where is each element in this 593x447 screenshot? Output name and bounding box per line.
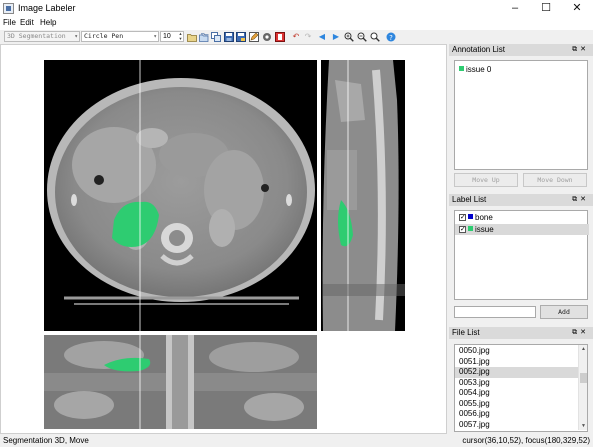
label-list-title-text: Label List (452, 195, 487, 204)
status-mode: Segmentation 3D, Move (3, 436, 89, 445)
maximize-button[interactable]: ☐ (531, 0, 561, 17)
zoom-in-icon[interactable] (344, 32, 354, 42)
label-item-bone[interactable]: bone (455, 212, 589, 223)
mode-combo[interactable]: 3D Segmentation ▾ (4, 31, 80, 42)
status-bar: Segmentation 3D, Move cursor(36,10,52), … (0, 434, 593, 447)
minimize-button[interactable]: – (500, 0, 530, 17)
pen-size-value: 10 (163, 33, 171, 40)
annotation-item-label: issue 0 (466, 65, 492, 74)
tool-combo[interactable]: Circle Pen ▾ (81, 31, 159, 42)
dock-float-close-icon[interactable]: ⧉✕ (572, 327, 589, 339)
delete-icon[interactable] (275, 32, 285, 42)
annotation-list-title-text: Annotation List (452, 45, 505, 54)
file-list[interactable]: 0050.jpg 0051.jpg 0052.jpg 0053.jpg 0054… (454, 344, 588, 432)
save-icon[interactable] (224, 32, 234, 42)
color-swatch (459, 66, 464, 71)
undo-icon[interactable]: ↶ (291, 32, 301, 42)
save-as-icon[interactable] (236, 32, 246, 42)
title-bar: Image Labeler – ☐ ✕ (0, 0, 593, 17)
open-folder-icon[interactable] (187, 32, 197, 42)
color-swatch (468, 226, 473, 231)
mode-combo-value: 3D Segmentation (7, 32, 66, 40)
annotation-item[interactable]: issue 0 (459, 65, 491, 74)
file-list-scrollbar[interactable]: ▲ ▼ (578, 345, 587, 430)
annotation-list[interactable]: issue 0 (454, 60, 588, 170)
next-icon[interactable]: ▶ (331, 32, 341, 42)
file-item[interactable]: 0057.jpg (455, 420, 583, 431)
previous-icon[interactable]: ◀ (317, 32, 327, 42)
sagittal-view[interactable] (321, 60, 405, 331)
label-item-text: issue (475, 225, 494, 234)
label-list-panel: Label List ⧉✕ bone issue Add (449, 194, 593, 324)
file-list-panel: File List ⧉✕ 0050.jpg 0051.jpg 0052.jpg … (449, 327, 593, 434)
menu-bar: File Edit Help (0, 17, 593, 30)
file-list-title: File List ⧉✕ (449, 327, 593, 339)
zoom-fit-icon[interactable] (370, 32, 380, 42)
tool-combo-value: Circle Pen (84, 32, 124, 40)
file-item[interactable]: 0051.jpg (455, 357, 583, 368)
edit-icon[interactable] (249, 32, 259, 42)
file-item[interactable]: 0053.jpg (455, 378, 583, 389)
scroll-up-icon[interactable]: ▲ (579, 345, 587, 353)
file-item[interactable]: 0055.jpg (455, 399, 583, 410)
label-item-issue[interactable]: issue (455, 224, 589, 235)
file-item[interactable]: 0056.jpg (455, 409, 583, 420)
copy-icon[interactable] (211, 32, 221, 42)
settings-icon[interactable] (262, 32, 272, 42)
file-item[interactable]: 0050.jpg (455, 346, 583, 357)
file-item[interactable]: 0054.jpg (455, 388, 583, 399)
dock-float-close-icon[interactable]: ⧉✕ (572, 44, 589, 56)
label-visible-checkbox[interactable] (459, 212, 466, 223)
file-item-selected[interactable]: 0052.jpg (455, 367, 583, 378)
label-visible-checkbox[interactable] (459, 224, 466, 235)
annotation-list-panel: Annotation List ⧉✕ issue 0 Move Up Move … (449, 44, 593, 191)
scroll-down-icon[interactable]: ▼ (579, 422, 587, 430)
file-list-title-text: File List (452, 328, 480, 337)
close-button[interactable]: ✕ (562, 0, 592, 17)
new-label-input[interactable] (454, 306, 536, 318)
image-canvas-area[interactable] (0, 44, 447, 434)
add-label-button[interactable]: Add (540, 305, 588, 319)
move-up-button[interactable]: Move Up (454, 173, 518, 187)
dock-float-close-icon[interactable]: ⧉✕ (572, 194, 589, 206)
zoom-out-icon[interactable] (357, 32, 367, 42)
color-swatch (468, 214, 473, 219)
toolbar: 3D Segmentation ▾ Circle Pen ▾ 10 ▲ ▼ ↶ ↷… (0, 30, 593, 44)
menu-help[interactable]: Help (40, 18, 56, 27)
label-list-title: Label List ⧉✕ (449, 194, 593, 206)
axial-view[interactable] (44, 60, 317, 331)
annotation-list-title: Annotation List ⧉✕ (449, 44, 593, 56)
menu-file[interactable]: File (3, 18, 16, 27)
menu-edit[interactable]: Edit (20, 18, 34, 27)
redo-icon[interactable]: ↷ (303, 32, 313, 42)
spin-arrows-icon[interactable]: ▲ ▼ (178, 31, 183, 41)
app-icon (3, 3, 14, 14)
coronal-view[interactable] (44, 335, 317, 429)
move-down-button[interactable]: Move Down (523, 173, 587, 187)
open-files-icon[interactable] (199, 32, 209, 42)
chevron-down-icon: ▾ (74, 33, 78, 40)
status-coordinates: cursor(36,10,52), focus(180,329,52) (462, 436, 590, 445)
help-icon[interactable]: ? (386, 32, 396, 42)
label-list[interactable]: bone issue (454, 210, 589, 300)
pen-size-spinbox[interactable]: 10 ▲ ▼ (160, 31, 184, 42)
window-title: Image Labeler (18, 3, 76, 13)
svg-text:?: ? (389, 34, 393, 42)
label-item-text: bone (475, 213, 493, 222)
chevron-down-icon: ▾ (153, 33, 157, 40)
scrollbar-thumb[interactable] (580, 373, 587, 383)
